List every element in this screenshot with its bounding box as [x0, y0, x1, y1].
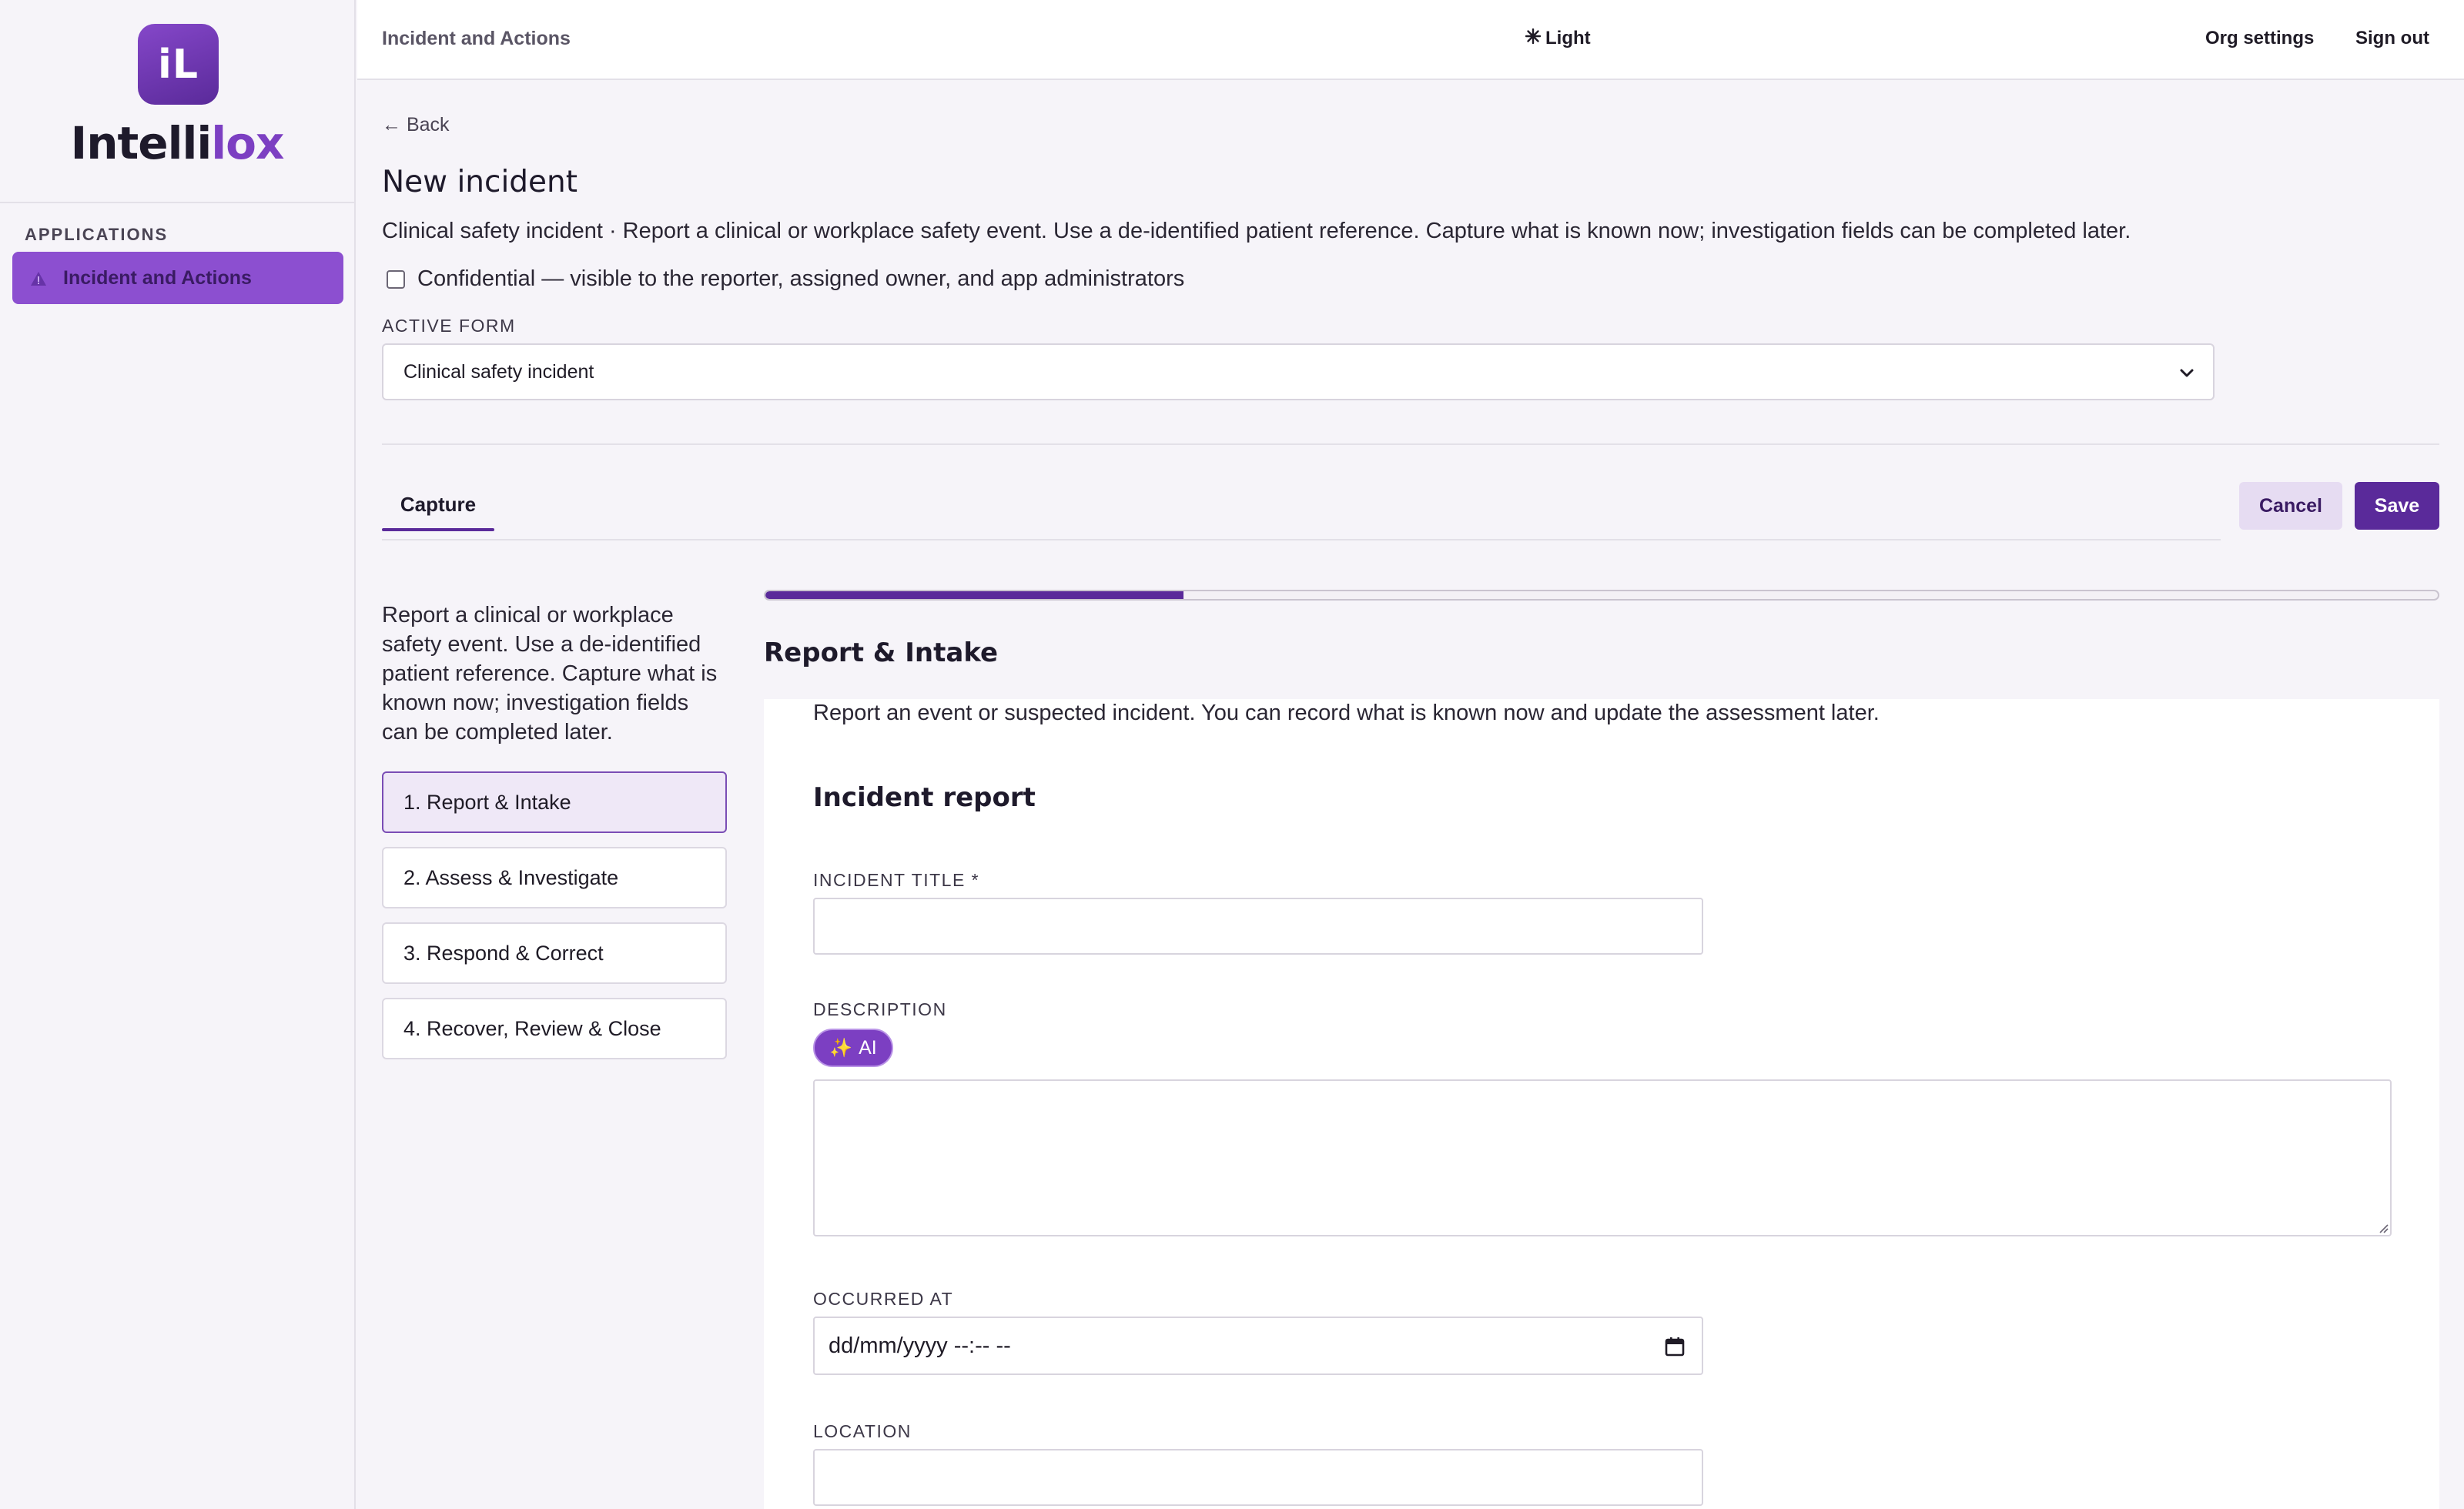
back-link[interactable]: ← Back — [382, 114, 450, 136]
sign-out-link[interactable]: Sign out — [2355, 28, 2429, 49]
theme-toggle-label: Light — [1545, 28, 1591, 49]
section-title: Report & Intake — [764, 637, 999, 668]
location-label: LOCATION — [813, 1421, 912, 1441]
top-bar: Incident and Actions Light Org settings … — [357, 0, 2464, 80]
app-title: Incident and Actions — [382, 28, 571, 49]
chevron-down-icon — [2178, 363, 2196, 382]
org-settings-link[interactable]: Org settings — [2205, 28, 2314, 49]
confidential-checkbox[interactable] — [387, 269, 405, 289]
incident-title-input[interactable] — [813, 898, 1703, 955]
theme-toggle-button[interactable]: Light — [1525, 28, 1591, 49]
warning-icon — [29, 269, 48, 286]
sidebar-item-incident-and-actions[interactable]: Incident and Actions — [12, 252, 343, 304]
steps-intro: Report a clinical or workplace safety ev… — [382, 603, 718, 744]
occurred-at-label: OCCURRED AT — [813, 1289, 954, 1309]
description-label: DESCRIPTION — [813, 999, 947, 1019]
brand: iL Intellilox — [0, 0, 354, 203]
sidebar-item-label: Incident and Actions — [63, 266, 252, 289]
active-form-select[interactable]: Clinical safety incident — [382, 343, 2215, 400]
page-title: New incident — [382, 165, 578, 199]
tab-capture[interactable]: Capture — [382, 485, 494, 531]
sparkles-icon: ✨ — [829, 1037, 853, 1059]
step-recover-review-close[interactable]: 4. Recover, Review & Close — [382, 998, 727, 1059]
incident-title-label: INCIDENT TITLE * — [813, 870, 980, 890]
active-form-value: Clinical safety incident — [403, 360, 594, 383]
step-assess-investigate[interactable]: 2. Assess & Investigate — [382, 847, 727, 908]
step-report-intake[interactable]: 1. Report & Intake — [382, 771, 727, 833]
resize-handle-icon[interactable] — [2376, 1221, 2389, 1233]
description-textarea[interactable] — [813, 1079, 2392, 1236]
brand-name-main: Intelli — [70, 117, 213, 169]
page-subtitle: Clinical safety incident · Report a clin… — [382, 219, 2131, 243]
occurred-at-input[interactable]: dd/mm/yyyy --:-- -- — [813, 1317, 1703, 1375]
occurred-at-placeholder: dd/mm/yyyy --:-- -- — [829, 1333, 1011, 1358]
calendar-icon[interactable] — [1665, 1337, 1685, 1357]
confidential-label: Confidential — visible to the reporter, … — [417, 266, 1185, 291]
form-intro: Report an event or suspected incident. Y… — [813, 701, 1880, 725]
brand-logo-icon: iL — [138, 24, 219, 105]
sidebar-heading: APPLICATIONS — [25, 225, 169, 244]
progress-bar-fill — [765, 591, 1183, 599]
location-input[interactable] — [813, 1449, 1703, 1506]
card-heading: Incident report — [813, 782, 1036, 813]
ai-assist-button[interactable]: ✨ AI — [813, 1029, 893, 1067]
cancel-button[interactable]: Cancel — [2239, 482, 2342, 530]
ai-button-label: AI — [859, 1036, 877, 1059]
tabs-divider — [382, 539, 2221, 540]
header-divider — [382, 443, 2439, 445]
sidebar: iL Intellilox APPLICATIONS Incident and … — [0, 0, 356, 1509]
progress-bar — [764, 590, 2439, 601]
save-button[interactable]: Save — [2355, 482, 2439, 530]
step-respond-correct[interactable]: 3. Respond & Correct — [382, 922, 727, 984]
sun-icon — [1525, 28, 1542, 49]
confidential-option[interactable]: Confidential — visible to the reporter, … — [387, 266, 1184, 292]
brand-name: Intellilox — [0, 117, 354, 169]
active-form-label: ACTIVE FORM — [382, 316, 516, 336]
brand-name-accent: lox — [211, 117, 284, 169]
